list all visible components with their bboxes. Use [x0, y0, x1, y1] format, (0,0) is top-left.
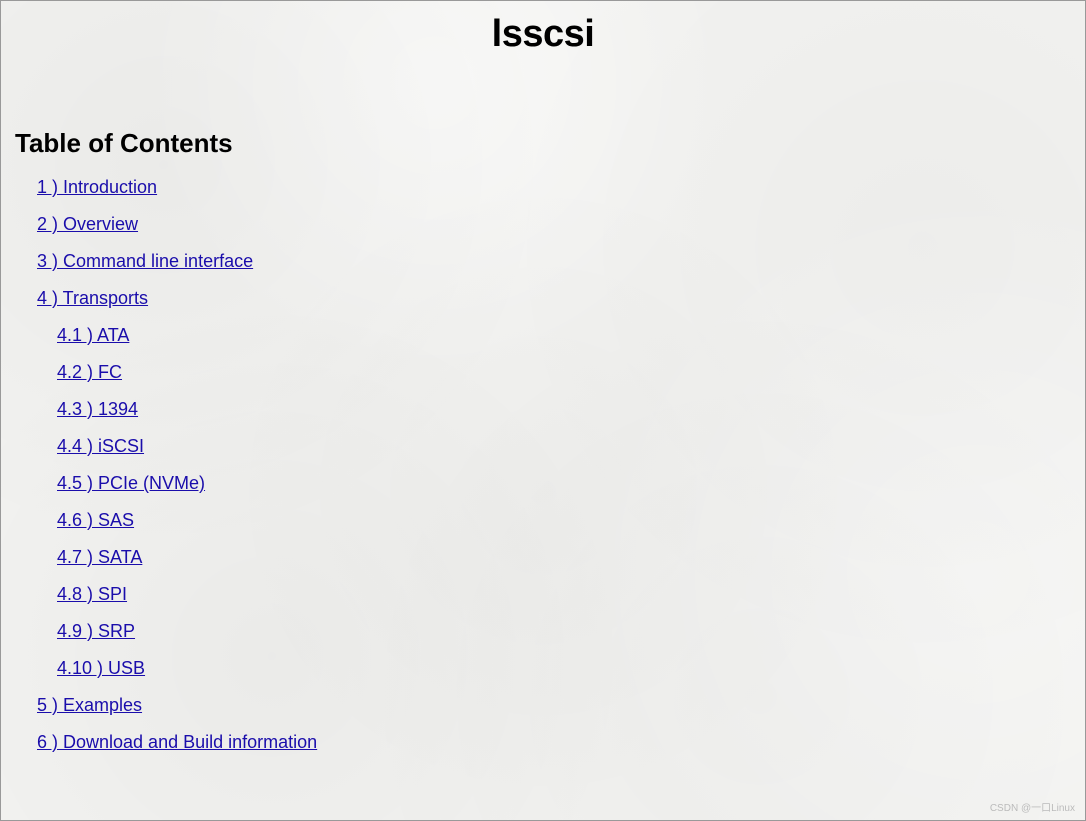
page-title: lsscsi [15, 13, 1071, 56]
toc-sublist-transports: 4.1 ) ATA 4.2 ) FC 4.3 ) 1394 4.4 ) iSCS… [37, 325, 1071, 679]
toc-item: 2 ) Overview [37, 214, 1071, 235]
watermark: CSDN @一口Linux [990, 799, 1075, 814]
toc-link-overview[interactable]: 2 ) Overview [37, 214, 138, 234]
toc-item: 4.2 ) FC [57, 362, 1071, 383]
toc-link-fc[interactable]: 4.2 ) FC [57, 362, 122, 382]
toc-link-usb[interactable]: 4.10 ) USB [57, 658, 145, 678]
toc-item: 4.5 ) PCIe (NVMe) [57, 473, 1071, 494]
toc-item: 4.1 ) ATA [57, 325, 1071, 346]
toc-item: 4.9 ) SRP [57, 621, 1071, 642]
toc-item: 4.7 ) SATA [57, 547, 1071, 568]
toc-item: 5 ) Examples [37, 695, 1071, 716]
toc-link-1394[interactable]: 4.3 ) 1394 [57, 399, 138, 419]
toc-link-cli[interactable]: 3 ) Command line interface [37, 251, 253, 271]
toc-item: 4.4 ) iSCSI [57, 436, 1071, 457]
toc-item: 6 ) Download and Build information [37, 732, 1071, 753]
toc-item: 4.3 ) 1394 [57, 399, 1071, 420]
toc-link-iscsi[interactable]: 4.4 ) iSCSI [57, 436, 144, 456]
toc-link-ata[interactable]: 4.1 ) ATA [57, 325, 129, 345]
toc-item: 4.10 ) USB [57, 658, 1071, 679]
toc-link-sas[interactable]: 4.6 ) SAS [57, 510, 134, 530]
toc-item: 4.8 ) SPI [57, 584, 1071, 605]
toc-link-examples[interactable]: 5 ) Examples [37, 695, 142, 715]
toc-item: 1 ) Introduction [37, 177, 1071, 198]
toc-link-srp[interactable]: 4.9 ) SRP [57, 621, 135, 641]
toc-item: 4.6 ) SAS [57, 510, 1071, 531]
toc-heading: Table of Contents [15, 128, 1071, 159]
toc-item: 3 ) Command line interface [37, 251, 1071, 272]
toc-link-transports[interactable]: 4 ) Transports [37, 288, 148, 308]
toc-link-spi[interactable]: 4.8 ) SPI [57, 584, 127, 604]
toc-link-introduction[interactable]: 1 ) Introduction [37, 177, 157, 197]
toc-link-pcie[interactable]: 4.5 ) PCIe (NVMe) [57, 473, 205, 493]
toc-list: 1 ) Introduction 2 ) Overview 3 ) Comman… [15, 177, 1071, 753]
toc-link-download[interactable]: 6 ) Download and Build information [37, 732, 317, 752]
toc-link-sata[interactable]: 4.7 ) SATA [57, 547, 142, 567]
toc-item: 4 ) Transports 4.1 ) ATA 4.2 ) FC 4.3 ) … [37, 288, 1071, 679]
